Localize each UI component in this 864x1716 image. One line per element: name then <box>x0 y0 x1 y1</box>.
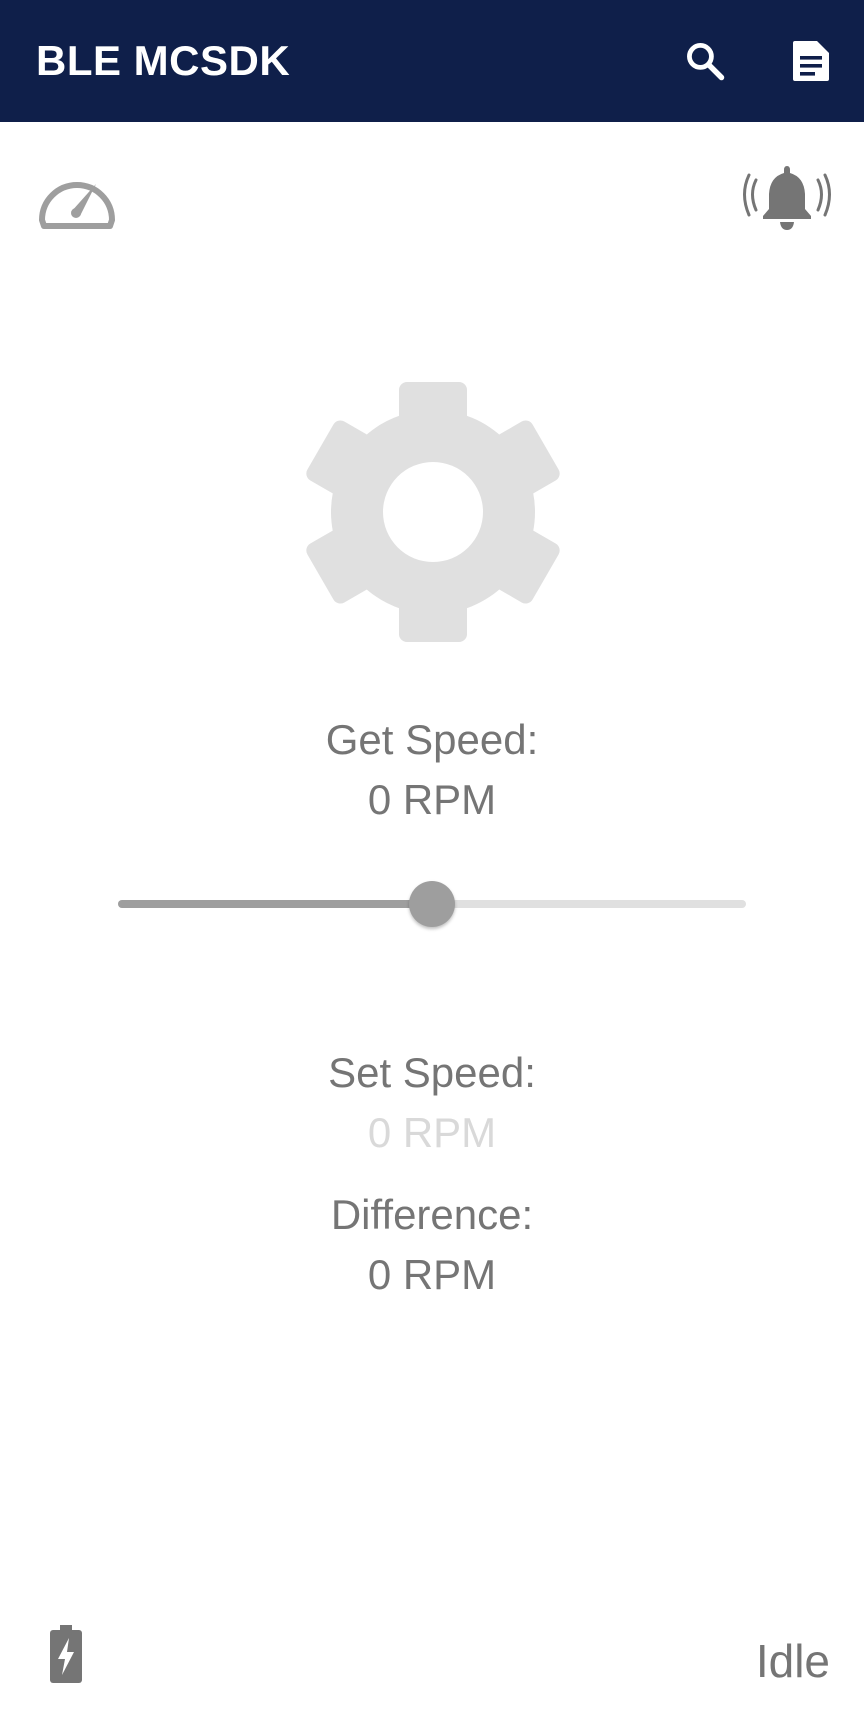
ringing-bell-icon <box>743 166 831 230</box>
gear-icon <box>306 382 560 642</box>
get-speed-value: 0 RPM <box>367 776 497 823</box>
app-title: BLE MCSDK <box>36 37 291 84</box>
search-button[interactable] <box>675 31 735 91</box>
speed-slider[interactable] <box>118 880 746 928</box>
document-icon <box>793 41 829 81</box>
difference-value: 0 RPM <box>367 1251 497 1298</box>
app-bar: BLE MCSDK <box>0 0 864 122</box>
set-speed-label: Set Speed: <box>328 1049 536 1096</box>
status-text: Idle <box>755 1635 830 1687</box>
search-icon <box>687 43 725 81</box>
slider-fill <box>118 900 432 908</box>
slider-thumb[interactable] <box>409 881 455 927</box>
speedometer-button[interactable] <box>36 164 118 232</box>
get-speed-label: Get Speed: <box>325 716 539 763</box>
difference-label: Difference: <box>330 1191 534 1238</box>
alarm-button[interactable] <box>742 164 832 234</box>
battery-charging-icon <box>50 1625 82 1683</box>
speedometer-icon <box>39 182 115 229</box>
log-button[interactable] <box>781 31 841 91</box>
set-speed-value: 0 RPM <box>367 1109 497 1156</box>
